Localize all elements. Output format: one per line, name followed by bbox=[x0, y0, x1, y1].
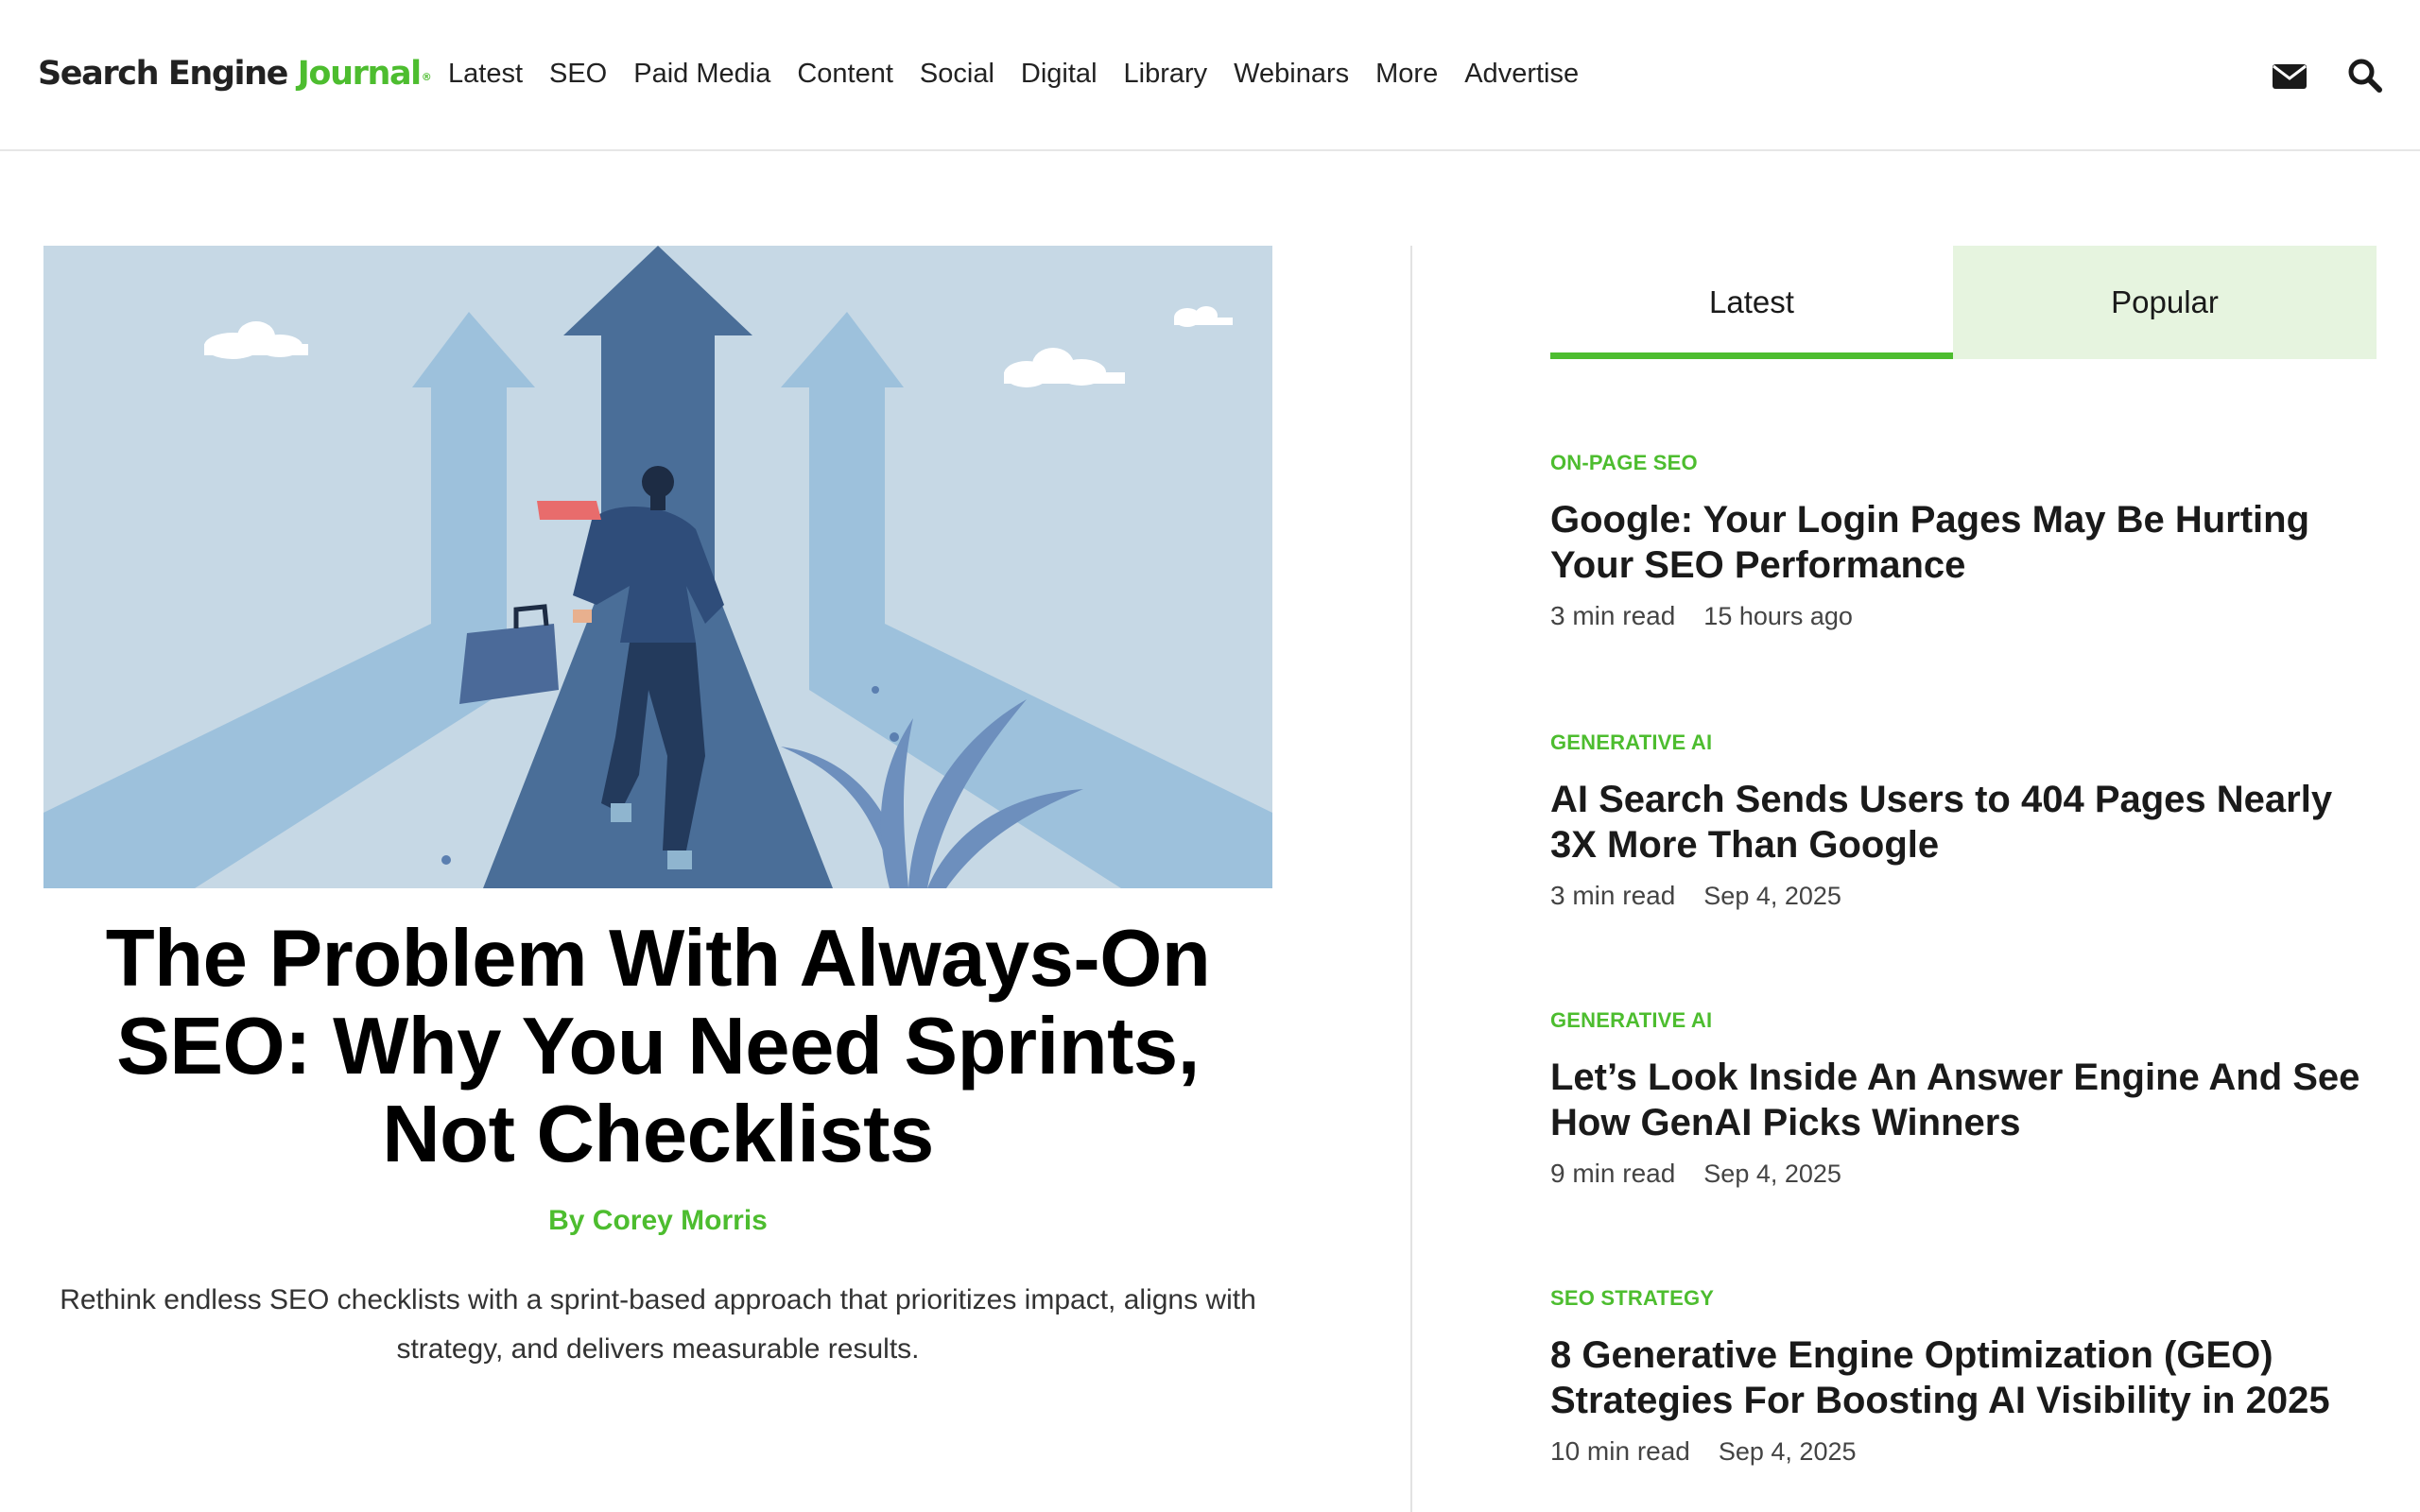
logo-text-main: Search Engine bbox=[38, 55, 298, 93]
article-date: 15 hours ago bbox=[1703, 602, 1853, 630]
article-date: Sep 4, 2025 bbox=[1703, 1160, 1841, 1188]
article-meta: 9 min read Sep 4, 2025 bbox=[1550, 1157, 2382, 1191]
search-icon[interactable] bbox=[2346, 57, 2384, 94]
article-read-time: 9 min read bbox=[1550, 1159, 1676, 1188]
nav-item-advertise[interactable]: Advertise bbox=[1464, 55, 1579, 93]
article-card: GENERATIVE AI AI Search Sends Users to 4… bbox=[1550, 730, 2382, 913]
article-date: Sep 4, 2025 bbox=[1703, 882, 1841, 910]
sidebar-tabs: Latest Popular bbox=[1550, 246, 2377, 359]
tab-latest[interactable]: Latest bbox=[1550, 246, 1953, 359]
article-card: GENERATIVE AI Let’s Look Inside An Answe… bbox=[1550, 1007, 2382, 1191]
nav-item-social[interactable]: Social bbox=[920, 55, 994, 93]
logo-text-accent: Journal bbox=[297, 55, 422, 93]
article-meta: 3 min read Sep 4, 2025 bbox=[1550, 879, 2382, 913]
nav-item-webinars[interactable]: Webinars bbox=[1234, 55, 1349, 93]
article-title[interactable]: Google: Your Login Pages May Be Hurting … bbox=[1550, 497, 2382, 588]
envelope-icon[interactable] bbox=[2271, 57, 2308, 94]
article-title[interactable]: Let’s Look Inside An Answer Engine And S… bbox=[1550, 1055, 2382, 1145]
featured-article-title[interactable]: The Problem With Always-On SEO: Why You … bbox=[43, 915, 1272, 1178]
featured-article-excerpt: Rethink endless SEO checklists with a sp… bbox=[60, 1284, 1256, 1365]
site-logo[interactable]: Search Engine Journal® bbox=[38, 53, 432, 94]
article-card: SEO STRATEGY 8 Generative Engine Optimiz… bbox=[1550, 1285, 2382, 1469]
nav-item-seo[interactable]: SEO bbox=[549, 55, 607, 93]
article-category[interactable]: GENERATIVE AI bbox=[1550, 1007, 2382, 1034]
article-read-time: 3 min read bbox=[1550, 881, 1676, 910]
article-meta: 3 min read 15 hours ago bbox=[1550, 599, 2382, 633]
article-title[interactable]: 8 Generative Engine Optimization (GEO) S… bbox=[1550, 1332, 2382, 1423]
article-title[interactable]: AI Search Sends Users to 404 Pages Nearl… bbox=[1550, 777, 2382, 868]
nav-item-more[interactable]: More bbox=[1375, 55, 1438, 93]
tab-popular[interactable]: Popular bbox=[1953, 246, 2377, 359]
logo-registered-mark: ® bbox=[421, 71, 432, 83]
article-category[interactable]: ON-PAGE SEO bbox=[1550, 450, 2382, 476]
nav-item-paid-media[interactable]: Paid Media bbox=[633, 55, 770, 93]
article-meta: 10 min read Sep 4, 2025 bbox=[1550, 1435, 2382, 1469]
featured-image[interactable] bbox=[43, 246, 1272, 888]
article-read-time: 3 min read bbox=[1550, 601, 1676, 630]
nav-item-digital[interactable]: Digital bbox=[1021, 55, 1098, 93]
nav-item-library[interactable]: Library bbox=[1124, 55, 1208, 93]
nav-item-content[interactable]: Content bbox=[797, 55, 893, 93]
article-category[interactable]: SEO STRATEGY bbox=[1550, 1285, 2382, 1312]
column-divider bbox=[1410, 246, 1412, 1512]
featured-article-author[interactable]: By Corey Morris bbox=[43, 1202, 1272, 1240]
article-category[interactable]: GENERATIVE AI bbox=[1550, 730, 2382, 756]
article-date: Sep 4, 2025 bbox=[1718, 1437, 1857, 1466]
article-read-time: 10 min read bbox=[1550, 1436, 1690, 1466]
main-nav: Latest SEO Paid Media Content Social Dig… bbox=[448, 55, 1605, 93]
site-header: Search Engine Journal® Latest SEO Paid M… bbox=[0, 0, 2420, 151]
article-card: ON-PAGE SEO Google: Your Login Pages May… bbox=[1550, 450, 2382, 633]
nav-item-latest[interactable]: Latest bbox=[448, 55, 523, 93]
businessman-running-toward-arrows-illustration bbox=[43, 246, 1272, 888]
